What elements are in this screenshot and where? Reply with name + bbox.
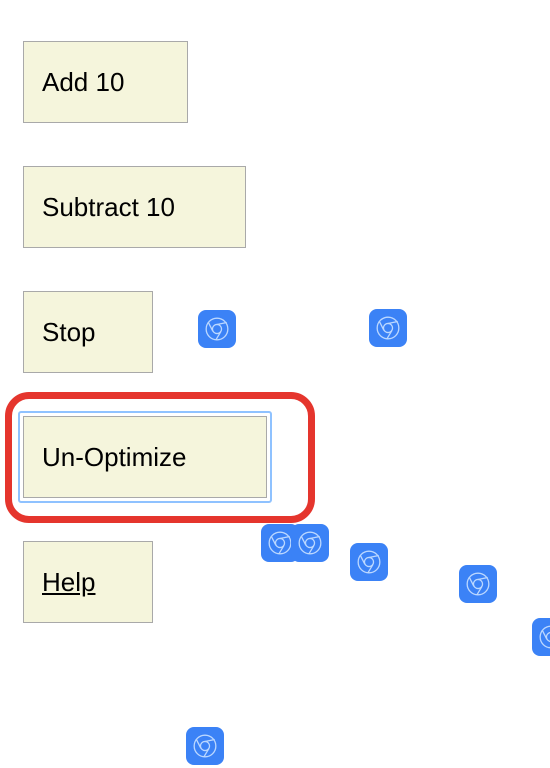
chrome-icon <box>459 565 497 603</box>
chrome-icon <box>291 524 329 562</box>
help-button[interactable]: Help <box>23 541 153 623</box>
chrome-icon <box>350 543 388 581</box>
chrome-icon <box>186 727 224 765</box>
add-10-button[interactable]: Add 10 <box>23 41 188 123</box>
focused-button-wrap: Un-Optimize <box>18 411 272 503</box>
stop-button[interactable]: Stop <box>23 291 153 373</box>
chrome-icon <box>369 309 407 347</box>
chrome-icon <box>198 310 236 348</box>
help-button-label: Help <box>42 567 95 598</box>
chrome-icon <box>532 618 550 656</box>
subtract-10-button[interactable]: Subtract 10 <box>23 166 246 248</box>
un-optimize-button[interactable]: Un-Optimize <box>23 416 267 498</box>
